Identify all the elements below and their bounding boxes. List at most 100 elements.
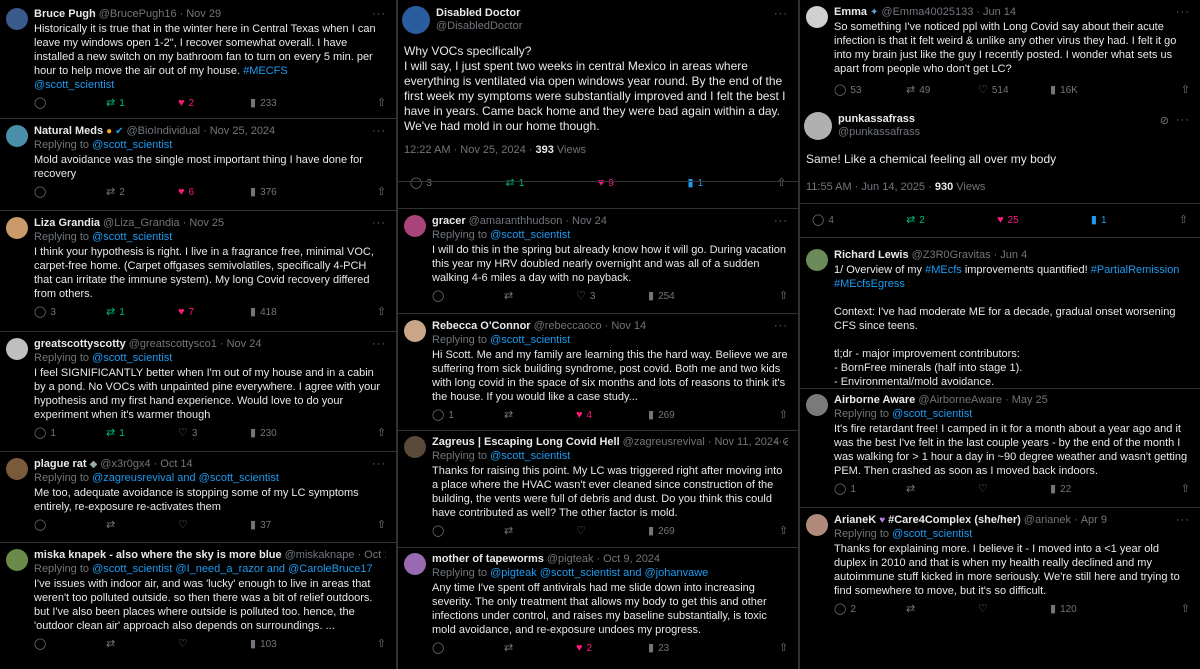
views-button[interactable]: ▮ 233	[250, 98, 322, 110]
tweet-date[interactable]: Nov 29	[186, 8, 221, 21]
tweet-emma[interactable]: Emma ✦ @Emma40025133 · Jun 14 ··· So som…	[800, 6, 1200, 96]
tweet-date[interactable]: May 25	[1012, 394, 1048, 407]
display-name[interactable]: ArianeK	[834, 514, 876, 527]
replying-to-link[interactable]: @scott_scientist	[92, 352, 172, 364]
display-name[interactable]: Emma	[834, 6, 867, 19]
like-button[interactable]: ♡ 3	[178, 428, 250, 440]
tweet-liza-grandia[interactable]: Liza Grandia @Liza_Grandia · Nov 25 ··· …	[0, 217, 396, 318]
display-name[interactable]: Rebecca O'Connor	[432, 320, 531, 333]
more-icon[interactable]: ···	[774, 436, 788, 448]
replying-to-link[interactable]: @pigteak @scott_scientist and @johanvawe	[490, 567, 708, 579]
display-name[interactable]: Natural Meds	[34, 125, 103, 138]
like-button[interactable]: ♥ 7	[178, 307, 250, 319]
share-button[interactable]: ⇧	[779, 291, 788, 302]
user-handle[interactable]: @DisabledDoctor	[436, 20, 798, 33]
replying-to-link[interactable]: @scott_scientist	[892, 528, 972, 540]
share-button[interactable]: ⇧	[377, 428, 386, 439]
timestamp-text[interactable]: 12:22 AM · Nov 25, 2024 ·	[404, 144, 535, 156]
views-button[interactable]: ▮ 376	[250, 187, 322, 199]
retweet-button[interactable]: ⇄ 1	[106, 428, 178, 440]
retweet-button[interactable]: ⇄	[504, 291, 576, 302]
like-button[interactable]: ♥ 25	[997, 215, 1019, 227]
avatar[interactable]	[806, 394, 828, 416]
tweet-rebecca-oconnor[interactable]: Rebecca O'Connor @rebeccaoco · Nov 14 ··…	[398, 320, 798, 421]
views-button[interactable]: ▮ 418	[250, 307, 322, 319]
user-handle[interactable]: @rebeccaoco	[534, 320, 602, 333]
avatar[interactable]	[6, 338, 28, 360]
user-handle[interactable]: @punkassafrass	[838, 126, 1200, 139]
share-button[interactable]: ⇧	[377, 187, 386, 198]
tweet-date[interactable]: Jun 4	[1000, 249, 1027, 262]
display-name[interactable]: Bruce Pugh	[34, 8, 96, 21]
like-button[interactable]: ♡	[978, 484, 1050, 495]
retweet-button[interactable]: ⇄	[504, 643, 576, 654]
quoted-tweet-richard-lewis[interactable]: Richard Lewis @Z3R0Gravitas · Jun 4 1/ O…	[800, 249, 1200, 389]
share-button[interactable]: ⇧	[377, 639, 386, 650]
more-icon[interactable]: ···	[774, 320, 788, 332]
tweet-date[interactable]: Apr 9	[1081, 514, 1107, 527]
share-button[interactable]: ⇧	[377, 307, 386, 318]
display-name[interactable]: Zagreus | Escaping Long Covid Hell	[432, 436, 620, 449]
hashtag-link[interactable]: #PartialRemission	[1091, 264, 1180, 276]
views-button[interactable]: ▮ 37	[250, 520, 322, 532]
views-button[interactable]: ▮ 254	[648, 291, 720, 303]
avatar[interactable]	[806, 249, 828, 271]
more-icon[interactable]: ···	[372, 8, 386, 20]
tweet-miska-knapek[interactable]: miska knapek - also where the sky is mor…	[0, 549, 396, 650]
retweet-button[interactable]: ⇄	[504, 410, 576, 421]
bookmark-button[interactable]: ▮ 1	[688, 178, 704, 190]
like-button[interactable]: ♥ 9	[598, 178, 614, 190]
avatar[interactable]	[6, 125, 28, 147]
more-icon[interactable]: ···	[1176, 6, 1190, 18]
tweet-date[interactable]: Nov 24	[572, 215, 607, 228]
tweet-date[interactable]: Nov 14	[611, 320, 646, 333]
user-handle[interactable]: @miskaknape	[285, 549, 355, 562]
replying-to-link[interactable]: @scott_scientist	[92, 231, 172, 243]
more-icon[interactable]: ···	[1176, 114, 1190, 126]
avatar[interactable]	[804, 112, 832, 140]
user-handle[interactable]: @Emma40025133	[881, 6, 973, 19]
display-name[interactable]: Airborne Aware	[834, 394, 915, 407]
retweet-button[interactable]: ⇄	[906, 484, 978, 495]
share-button[interactable]: ⇧	[1181, 604, 1190, 615]
user-handle[interactable]: @pigteak	[547, 553, 594, 566]
avatar[interactable]	[6, 217, 28, 239]
share-button[interactable]: ⇧	[779, 643, 788, 654]
views-button[interactable]: ▮ 269	[648, 410, 720, 422]
replying-to-link[interactable]: @scott_scientist @I_need_a_razor and @Ca…	[92, 563, 373, 575]
reply-button[interactable]: ◯ 1	[34, 428, 106, 440]
more-icon[interactable]: ···	[372, 458, 386, 470]
user-handle[interactable]: @greatscottysco1	[129, 338, 217, 351]
views-button[interactable]: ▮ 120	[1050, 604, 1122, 616]
reply-button[interactable]: ◯	[432, 643, 504, 654]
share-button[interactable]: ⇧	[1179, 215, 1188, 226]
display-name[interactable]: punkassafrass	[838, 112, 1200, 126]
like-button[interactable]: ♡ 3	[576, 291, 648, 303]
views-button[interactable]: ▮ 23	[648, 643, 720, 655]
like-button[interactable]: ♡ 514	[978, 85, 1050, 97]
reply-button[interactable]: ◯ 3	[410, 178, 432, 190]
retweet-button[interactable]: ⇄ 1	[106, 307, 178, 319]
share-button[interactable]: ⇧	[1181, 484, 1190, 495]
avatar[interactable]	[404, 215, 426, 237]
reply-button[interactable]: ◯	[34, 639, 106, 650]
user-handle[interactable]: @x3r0gx4	[100, 458, 150, 471]
grok-icon[interactable]: ⊘	[1160, 114, 1170, 127]
replying-to-link[interactable]: @scott_scientist	[92, 139, 172, 151]
like-button[interactable]: ♥ 4	[576, 410, 648, 422]
user-handle[interactable]: @amaranthhudson	[469, 215, 563, 228]
display-name[interactable]: Richard Lewis	[834, 249, 909, 262]
like-button[interactable]: ♡	[576, 526, 648, 537]
like-button[interactable]: ♡	[978, 604, 1050, 615]
tweet-plague-rat[interactable]: plague rat ◆ @x3r0gx4 · Oct 14 ··· Reply…	[0, 458, 396, 531]
display-name[interactable]: Liza Grandia	[34, 217, 100, 230]
avatar[interactable]	[402, 6, 430, 34]
reply-button[interactable]: ◯ 2	[834, 604, 906, 616]
display-name[interactable]: Disabled Doctor	[436, 6, 798, 20]
avatar[interactable]	[6, 458, 28, 480]
retweet-button[interactable]: ⇄	[906, 604, 978, 615]
views-button[interactable]: ▮ 269	[648, 526, 720, 538]
more-icon[interactable]: ···	[372, 217, 386, 229]
like-button[interactable]: ♥ 6	[178, 187, 250, 199]
replying-to-link[interactable]: @scott_scientist	[490, 229, 570, 241]
